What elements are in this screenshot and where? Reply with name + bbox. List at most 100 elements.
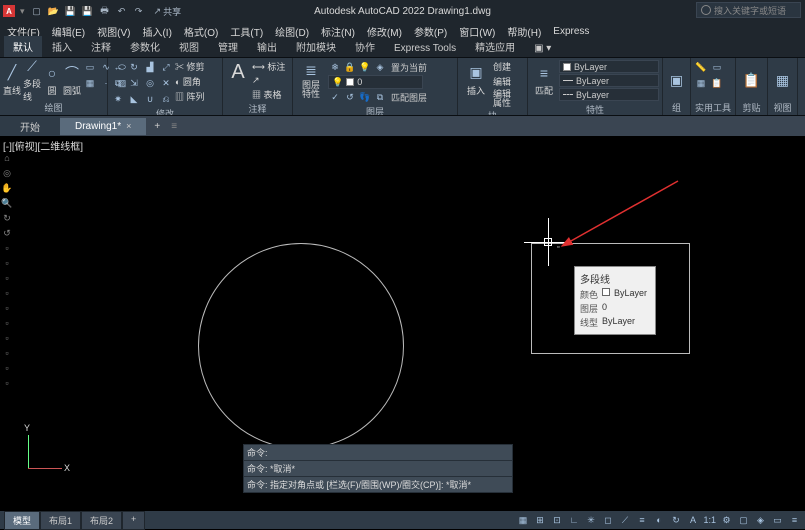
scale-icon[interactable]: ⤢ [159, 60, 173, 74]
status-model-icon[interactable]: ▦ [516, 514, 529, 527]
nav-extra7-icon[interactable]: ▫ [1, 332, 13, 344]
calc-icon[interactable]: ▦ [694, 76, 708, 90]
circle-entity[interactable] [198, 243, 404, 449]
viewport-label[interactable]: [-][俯视][二维线框] [3, 138, 83, 153]
status-otrack-icon[interactable]: ⟋ [618, 514, 631, 527]
tab-annotate[interactable]: 注释 [82, 36, 120, 57]
join-icon[interactable]: ∪ [143, 92, 157, 106]
erase-icon[interactable]: ✕ [159, 76, 173, 90]
layer-walk-icon[interactable]: 👣 [358, 90, 372, 104]
command-line[interactable]: 命令: 命令: *取消* 命令: 指定对角点或 [栏选(F)/圈围(WP)/圈交… [243, 444, 513, 493]
layer-prev-icon[interactable]: ↺ [343, 90, 357, 104]
nav-extra10-icon[interactable]: ▫ [1, 377, 13, 389]
app-logo[interactable]: A [3, 5, 15, 17]
layer-iso-icon[interactable]: ◈ [373, 60, 387, 74]
status-lw-icon[interactable]: ≡ [635, 514, 648, 527]
qat-open-icon[interactable]: 📂 [47, 4, 61, 18]
layer-match-icon[interactable]: ✓ [328, 90, 342, 104]
layer-lock-icon[interactable]: 🔒 [343, 60, 357, 74]
tab-featured[interactable]: 精选应用 [466, 36, 524, 57]
new-tab-button[interactable]: + [146, 118, 168, 135]
rect-icon[interactable]: ▭ [83, 60, 97, 74]
nav-home-icon[interactable]: ⌂ [1, 152, 13, 164]
chamfer-icon[interactable]: ◣ [127, 92, 141, 106]
tab-output[interactable]: 输出 [248, 36, 286, 57]
circle-button[interactable]: ○圆 [43, 60, 61, 100]
edit-block-button[interactable]: 编辑 [493, 75, 511, 88]
nav-extra2-icon[interactable]: ▫ [1, 257, 13, 269]
status-polar-icon[interactable]: ✳ [584, 514, 597, 527]
tab-addins[interactable]: 附加模块 [287, 36, 345, 57]
tab-collab[interactable]: 协作 [346, 36, 384, 57]
polyline-button[interactable]: ⟋多段线 [23, 60, 41, 100]
tab-insert[interactable]: 插入 [43, 36, 81, 57]
edit-attr-button[interactable]: 编辑 属性 [493, 90, 511, 108]
lineweight-dropdown[interactable]: ByLayer [559, 74, 659, 87]
qat-new-icon[interactable]: ▢ [30, 4, 44, 18]
clipboard-button[interactable]: 📋 [739, 60, 764, 100]
fillet-button[interactable]: ◐ 圆角 [175, 75, 205, 88]
paste-icon[interactable]: 📋 [710, 76, 724, 90]
nav-extra4-icon[interactable]: ▫ [1, 287, 13, 299]
array-button[interactable]: ▥ 阵列 [175, 90, 205, 103]
explode-icon[interactable]: ✷ [111, 92, 125, 106]
layer-dropdown[interactable]: 💡 0 [328, 75, 423, 89]
start-tab[interactable]: 开始 [0, 116, 60, 137]
nav-pan-icon[interactable]: ✋ [1, 182, 13, 194]
status-grid-icon[interactable]: ⊞ [533, 514, 546, 527]
status-cycle-icon[interactable]: ↻ [669, 514, 682, 527]
stretch-icon[interactable]: ⇲ [127, 76, 141, 90]
menu-param[interactable]: 参数(P) [409, 22, 452, 41]
text-button[interactable]: A [226, 60, 250, 84]
layout-tab-model[interactable]: 模型 [4, 511, 40, 530]
tab-menu-icon[interactable]: ≡ [171, 121, 177, 132]
linetype-dropdown[interactable]: ByLayer [559, 88, 659, 101]
tab-manage[interactable]: 管理 [209, 36, 247, 57]
rotate-icon[interactable]: ↻ [127, 60, 141, 74]
dim-button[interactable]: ⟷ 标注 [252, 60, 285, 73]
tab-parametric[interactable]: 参数化 [121, 36, 169, 57]
layer-freeze-icon[interactable]: ❄ [328, 60, 342, 74]
nav-orbit-icon[interactable]: ↻ [1, 212, 13, 224]
qat-print-icon[interactable]: 🖶 [98, 4, 112, 18]
nav-extra5-icon[interactable]: ▫ [1, 302, 13, 314]
nav-extra3-icon[interactable]: ▫ [1, 272, 13, 284]
group-button[interactable]: ▣ [666, 60, 687, 100]
qat-saveas-icon[interactable]: 💾 [81, 4, 95, 18]
nav-extra8-icon[interactable]: ▫ [1, 347, 13, 359]
status-snap-icon[interactable]: ⊡ [550, 514, 563, 527]
status-scale-icon[interactable]: 1:1 [703, 514, 716, 527]
search-input[interactable]: 搜入关键字或短语 [696, 2, 801, 18]
measure-icon[interactable]: 📏 [694, 60, 708, 74]
layer-props-button[interactable]: ≣图层 特性 [296, 60, 326, 100]
layout-tab-1[interactable]: 布局1 [40, 511, 81, 530]
status-gear-icon[interactable]: ⚙ [720, 514, 733, 527]
doc-tab-drawing1[interactable]: Drawing1* × [60, 118, 146, 135]
table-button[interactable]: ▦ 表格 [252, 88, 285, 101]
create-block-button[interactable]: 创建 [493, 60, 511, 73]
break-icon[interactable]: ⎌ [159, 92, 173, 106]
offset-icon[interactable]: ◎ [143, 76, 157, 90]
drawing-area[interactable]: [-][俯视][二维线框] ⌂ ◎ ✋ 🔍 ↻ ↺ ▫ ▫ ▫ ▫ ▫ ▫ ▫ … [0, 136, 805, 511]
line-button[interactable]: ╱直线 [3, 60, 21, 100]
insert-block-button[interactable]: ▣插入 [461, 60, 491, 100]
menu-express[interactable]: Express [548, 24, 594, 39]
color-dropdown[interactable]: ByLayer [559, 60, 659, 73]
copy-icon[interactable]: ⧉ [111, 76, 125, 90]
status-iso-icon[interactable]: ◈ [754, 514, 767, 527]
qat-save-icon[interactable]: 💾 [64, 4, 78, 18]
status-custom-icon[interactable]: ≡ [788, 514, 801, 527]
status-ortho-icon[interactable]: ∟ [567, 514, 580, 527]
arc-button[interactable]: ⌒圆弧 [63, 60, 81, 100]
status-transparency-icon[interactable]: ◐ [652, 514, 665, 527]
select-icon[interactable]: ▭ [710, 60, 724, 74]
nav-extra9-icon[interactable]: ▫ [1, 362, 13, 374]
hatch-icon[interactable]: ▦ [83, 76, 97, 90]
layout-tab-2[interactable]: 布局2 [81, 511, 122, 530]
mirror-icon[interactable]: ▟ [143, 60, 157, 74]
nav-zoom-icon[interactable]: 🔍 [1, 197, 13, 209]
view-button[interactable]: ▦ [771, 60, 794, 100]
status-osnap-icon[interactable]: ◻ [601, 514, 614, 527]
share-button[interactable]: ↗ 共享 [154, 5, 182, 18]
qat-redo-icon[interactable]: ↷ [132, 4, 146, 18]
